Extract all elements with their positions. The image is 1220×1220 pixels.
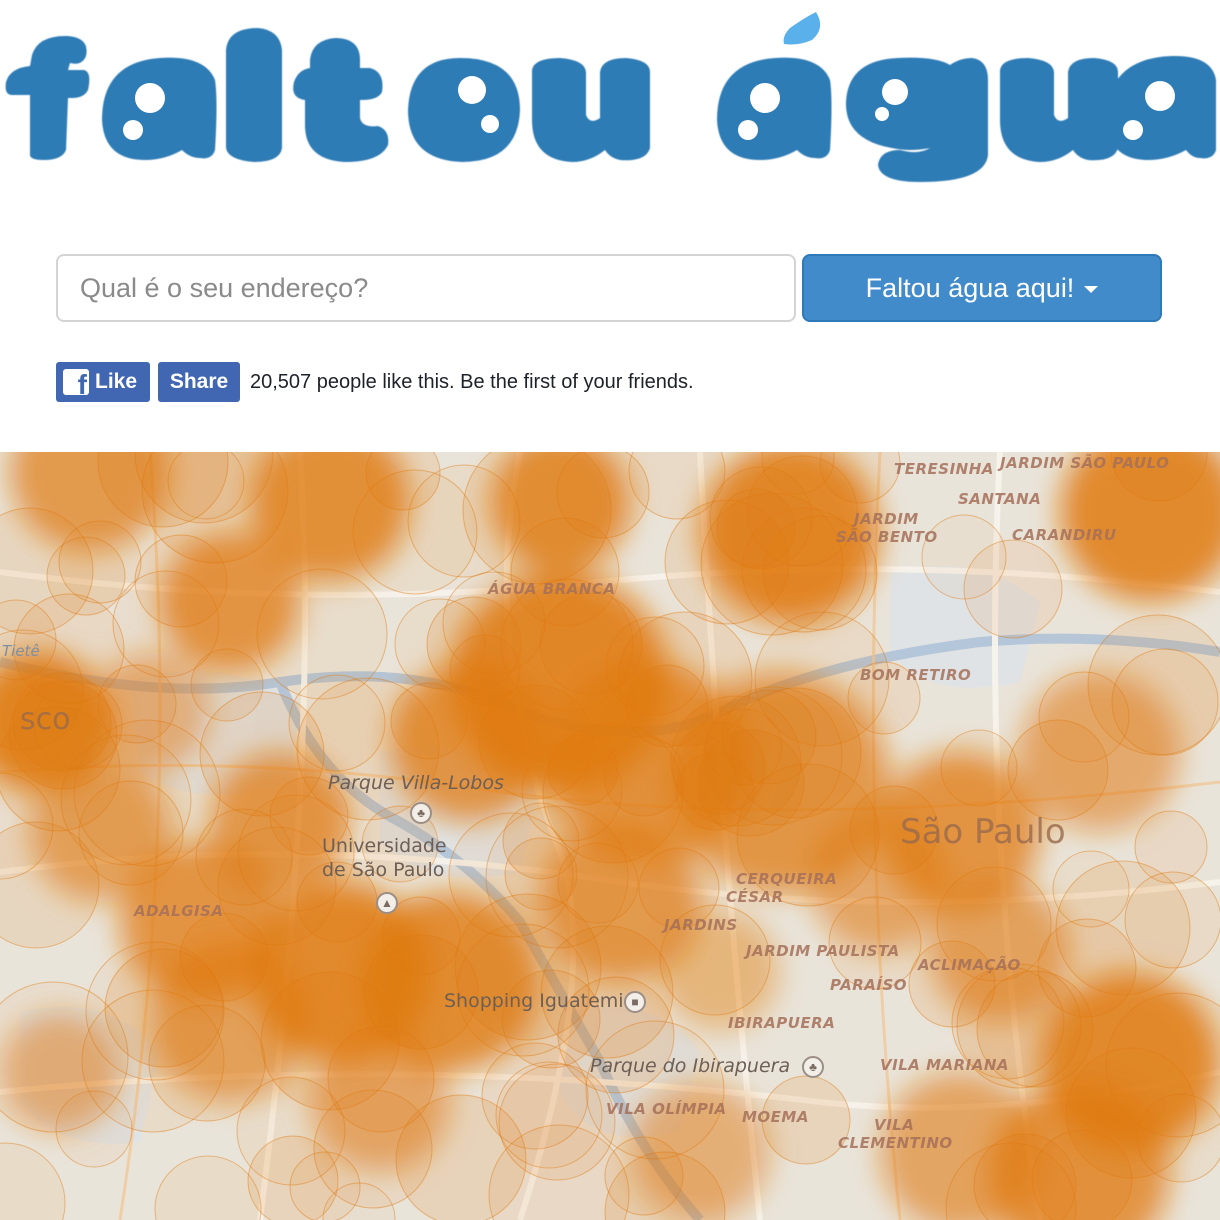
map-label-santana: SANTANA — [958, 490, 1042, 508]
map-label-vila-mariana: VILA MARIANA — [880, 1056, 1010, 1074]
map-label-carandiru: CARANDIRU — [1012, 526, 1117, 544]
heat-map[interactable]: Tietê ÁGUA BRANCA JARDIM SÃO BENTO CARAN… — [0, 452, 1220, 1220]
logo-text: faltou — [0, 0, 3, 1]
facebook-social-text: 20,507 people like this. Be the first of… — [250, 370, 694, 393]
map-label-tiete: Tietê — [2, 642, 40, 660]
map-label-ibirapuera: IBIRAPUERA — [728, 1014, 836, 1032]
address-search-input[interactable] — [56, 254, 796, 322]
facebook-icon: f — [63, 369, 89, 395]
map-label-vila-olimpia: VILA OLÍMPIA — [606, 1100, 727, 1118]
map-label-cerqueira-1: CERQUEIRA — [736, 870, 838, 888]
park-pin-icon[interactable]: ♣ — [410, 802, 432, 824]
facebook-share-button[interactable]: Share — [158, 362, 240, 402]
map-label-vila-clementino-2: CLEMENTINO — [838, 1134, 953, 1152]
map-label-jardim-sao-bento-2: SÃO BENTO — [836, 528, 938, 546]
park-pin-icon-2[interactable]: ♣ — [802, 1056, 824, 1078]
like-label: Like — [95, 370, 138, 393]
map-label-osasco-fragment: sco — [20, 702, 71, 737]
map-label-jardim-paulista: JARDIM PAULISTA — [746, 942, 900, 960]
map-label-moema: MOEMA — [742, 1108, 809, 1126]
map-label-jardins: JARDINS — [664, 916, 738, 934]
map-label-paraiso: PARAÍSO — [830, 976, 908, 994]
map-label-aclimacao: ACLIMAÇÃO — [918, 956, 1021, 974]
map-label-vila-clementino-1: VILA — [874, 1116, 915, 1134]
map-label-parque-villa-lobos: Parque Villa-Lobos — [328, 772, 504, 794]
map-label-universidade-2: de São Paulo — [322, 859, 445, 881]
map-label-parque-ibirapuera: Parque do Ibirapuera — [590, 1055, 791, 1077]
logo-graphic: faltou — [0, 0, 1216, 182]
share-label: Share — [169, 370, 229, 393]
map-label-teresinha: TERESINHA — [894, 460, 994, 478]
site-logo[interactable]: faltou — [0, 0, 1220, 215]
map-label-agua-branca: ÁGUA BRANCA — [488, 580, 616, 598]
university-pin-icon[interactable]: ▲ — [376, 892, 398, 914]
facebook-like-button[interactable]: f Like — [56, 362, 150, 402]
map-label-adalgisa: ADALGISA — [134, 902, 224, 920]
map-label-shopping-iguatemi: Shopping Iguatemi — [444, 990, 624, 1012]
shopping-pin-icon[interactable]: ■ — [624, 991, 646, 1013]
map-label-jardim-sao-paulo: JARDIM SÃO PAULO — [1000, 454, 1170, 472]
map-label-jardim-sao-bento-1: JARDIM — [854, 510, 919, 528]
map-label-bom-retiro: BOM RETIRO — [860, 666, 972, 684]
report-button-label: Faltou água aqui! — [865, 272, 1075, 303]
caret-down-icon — [1084, 286, 1099, 293]
map-label-cerqueira-2: CÉSAR — [726, 888, 784, 906]
map-label-city: São Paulo — [900, 812, 1066, 852]
map-label-universidade-1: Universidade — [322, 835, 447, 857]
report-no-water-button[interactable]: Faltou água aqui! — [802, 254, 1162, 322]
